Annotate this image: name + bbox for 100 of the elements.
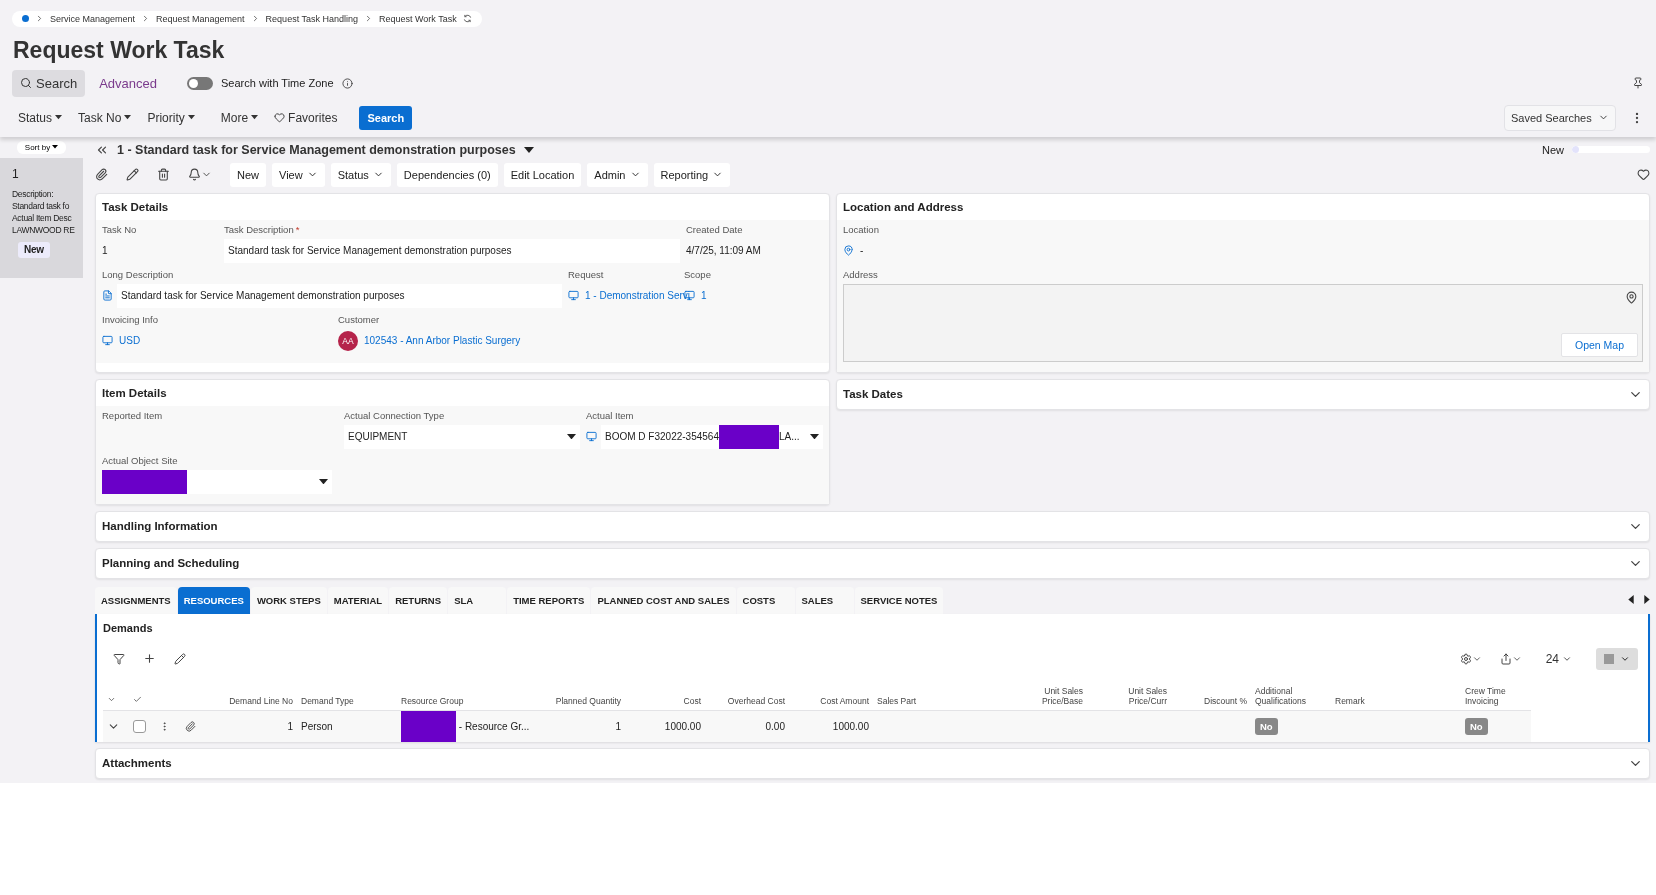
paperclip-icon[interactable] [185,720,196,732]
tab[interactable]: SLA [448,586,507,614]
tab[interactable]: ASSIGNMENTS [95,586,177,614]
right-arrow-icon[interactable] [1644,594,1650,604]
tab[interactable]: PLANNED COST AND SALES [591,586,736,614]
sort-button[interactable]: Sort by [16,140,67,154]
pencil-icon[interactable] [174,652,186,665]
column-header[interactable]: Overhead Cost [705,695,789,710]
refresh-icon[interactable] [462,14,472,23]
column-header[interactable]: Crew Time Invoicing [1461,685,1531,710]
status-badge: No [1465,717,1488,735]
dropdown-field[interactable]: EQUIPMENT [344,424,580,449]
scope-link[interactable]: 1 [701,290,707,301]
toolbar-button[interactable]: Edit Location [503,162,582,187]
plus-icon[interactable] [143,652,156,665]
saved-searches-dropdown[interactable]: Saved Searches [1504,104,1616,131]
invoicing-link[interactable]: USD [119,335,141,346]
location-pin-icon [1625,290,1638,304]
tab[interactable]: WORK STEPS [250,586,327,614]
address-field[interactable]: Open Map [843,283,1643,362]
paperclip-icon[interactable] [95,168,108,181]
column-header[interactable]: Additional Qualifications [1251,685,1331,710]
column-header[interactable]: Demand Line No [207,695,297,710]
info-icon [341,77,353,89]
column-header[interactable]: Demand Type [297,695,397,710]
left-arrow-icon[interactable] [1628,594,1634,604]
table-cell: 1000.00 [625,709,705,742]
caret-icon [52,145,59,149]
page-size-dropdown[interactable]: 24 [1539,647,1578,670]
square-icon [1604,653,1614,664]
bell-icon[interactable] [188,168,212,181]
tab[interactable]: SERVICE NOTES [854,586,944,614]
toolbar-button[interactable]: Admin [587,162,648,187]
column-header[interactable]: Cost Amount [789,695,873,710]
column-header[interactable]: Unit Sales Price/Curr [1087,685,1171,710]
input-field[interactable]: Standard task for Service Management demonstration purposes [224,238,680,263]
tab[interactable]: RESOURCES [177,586,250,614]
column-header[interactable]: Remark [1331,695,1461,710]
heart-icon[interactable] [1637,168,1650,181]
column-header[interactable]: Discount % [1171,695,1251,710]
caret-icon [251,115,259,120]
breadcrumb-link[interactable]: Request Management [156,13,245,24]
field-label: Address [843,268,879,280]
column-header[interactable]: Sales Part [873,695,1003,710]
field-label: Actual Item [586,409,635,421]
pin-icon[interactable] [1632,77,1644,89]
breadcrumb-link[interactable]: Request Work Task [379,13,457,24]
column-header[interactable]: Resource Group [397,695,547,710]
favorites-button[interactable]: Favorites [268,106,344,129]
section-header[interactable]: Task Dates [836,378,1650,410]
toggle-switch[interactable] [187,76,214,90]
toolbar-button[interactable]: New [230,162,266,187]
tab[interactable]: RETURNS [389,586,448,614]
trash-icon[interactable] [157,168,170,181]
pencil-icon[interactable] [126,168,139,181]
section-header[interactable]: Attachments [95,747,1650,779]
tab[interactable]: COSTS [736,586,795,614]
advanced-tab[interactable]: Advanced [93,74,164,92]
customer-link[interactable]: 102543 - Ann Arbor Plastic Surgery [364,335,521,346]
column-header[interactable]: Cost [625,695,705,710]
search-icon [20,77,32,89]
toolbar-button[interactable]: View [272,162,325,187]
heart-icon [274,112,286,123]
filter-dropdown[interactable]: Task No [72,106,138,129]
section-header[interactable]: Planning and Scheduling [95,547,1650,579]
status-badge: No [1255,717,1278,735]
record-text: LAWNWOOD RE [12,223,76,236]
settings-icon[interactable] [1459,652,1482,665]
column-header[interactable]: Planned Quantity [547,695,625,710]
field-value: 4/7/25, 11:09 AM [686,244,762,258]
tab[interactable]: TIME REPORTS [507,586,591,614]
breadcrumb-link[interactable]: Service Management [50,13,136,24]
filter-dropdown[interactable]: Priority [141,106,201,129]
dropdown-field[interactable]: BOOM D F32022-354564 LA... [601,424,823,449]
redaction-mark [401,710,456,742]
section-title: Attachments [102,757,172,769]
breadcrumb-link[interactable]: Request Task Handling [265,13,358,24]
view-dropdown[interactable] [1596,647,1638,670]
toolbar-button[interactable]: Reporting [653,162,731,187]
panel-title: Demands [103,621,154,634]
search-tab[interactable]: Search [12,69,86,97]
tab[interactable]: SALES [795,586,854,614]
filter-icon[interactable] [113,652,125,665]
open-map-button[interactable]: Open Map [1560,332,1638,357]
toolbar-button[interactable]: Status [330,162,391,187]
export-icon[interactable] [1499,652,1522,665]
toolbar-button[interactable]: Dependencies (0) [396,162,498,187]
filter-dropdown[interactable]: More [214,106,265,129]
row-checkbox[interactable] [133,719,146,733]
section-header[interactable]: Handling Information [95,510,1650,542]
search-button[interactable]: Search [359,105,413,130]
record-card[interactable]: 1 Description: Standard task fo Actual Item Desc LAWNWOOD RE New [0,157,83,278]
redaction-mark [718,424,779,449]
tab[interactable]: MATERIAL [327,586,389,614]
status-label: New [1542,143,1564,156]
input-field[interactable]: Standard task for Service Management demonstration purposes [117,283,562,308]
request-link[interactable]: 1 - Demonstration Servi [585,290,691,301]
filter-dropdown[interactable]: Status [12,106,69,129]
column-header[interactable]: Unit Sales Price/Base [1003,685,1087,710]
dropdown-field[interactable] [102,469,332,494]
